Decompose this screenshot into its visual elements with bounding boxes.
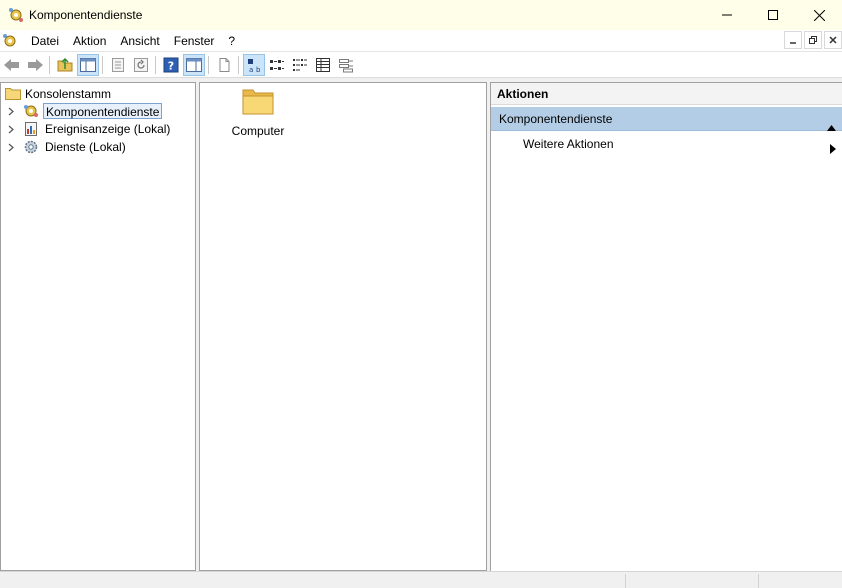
action-pane-header: Aktionen	[491, 83, 842, 105]
svg-text:a: a	[249, 66, 253, 73]
maximize-icon	[768, 10, 778, 20]
result-item-label: Computer	[231, 124, 285, 138]
mdi-close-button[interactable]	[824, 31, 842, 49]
component-services-icon	[8, 7, 24, 23]
refresh-icon	[134, 57, 148, 72]
details-view-icon	[316, 57, 330, 72]
event-viewer-icon	[23, 121, 39, 137]
close-button[interactable]	[796, 0, 842, 30]
details-view-button[interactable]	[312, 54, 334, 76]
tree-root-label: Konsolenstamm	[25, 87, 112, 101]
minimize-button[interactable]	[704, 0, 750, 30]
help-button[interactable]: ?	[160, 54, 182, 76]
folder-icon	[242, 87, 274, 118]
menu-datei[interactable]: Datei	[24, 31, 66, 51]
small-icons-view-button[interactable]	[266, 54, 288, 76]
list-view-button[interactable]	[289, 54, 311, 76]
back-icon	[4, 58, 19, 71]
results-pane[interactable]: Computer	[199, 82, 487, 571]
toolbar-separator	[155, 55, 156, 74]
status-bar	[0, 571, 842, 588]
tree-node-event-viewer[interactable]: Ereignisanzeige (Lokal)	[5, 120, 172, 138]
show-hide-action-pane-icon	[186, 57, 202, 72]
action-pane: Aktionen Komponentendienste Weitere Akti…	[490, 82, 842, 571]
forward-icon	[28, 58, 43, 71]
tree-node-services[interactable]: Dienste (Lokal)	[5, 138, 128, 156]
action-item-more-actions[interactable]: Weitere Aktionen	[491, 133, 842, 155]
chevron-right-icon[interactable]	[5, 123, 17, 135]
status-divider	[625, 574, 626, 588]
configure-view-icon	[339, 58, 353, 72]
toolbar-separator	[102, 55, 103, 74]
chevron-right-icon[interactable]	[5, 105, 17, 117]
action-section-label: Komponentendienste	[499, 112, 613, 126]
result-item-computer[interactable]: Computer	[222, 87, 294, 138]
properties-icon	[112, 57, 124, 72]
tree-pane[interactable]: Konsolenstamm Komponentendienste Ereigni…	[0, 82, 196, 571]
svg-text:b: b	[256, 66, 261, 73]
minimize-icon	[790, 42, 796, 44]
menu-help[interactable]: ?	[221, 31, 242, 51]
show-hide-tree-icon	[80, 57, 96, 72]
menu-ansicht[interactable]: Ansicht	[113, 31, 166, 51]
toolbar-separator	[49, 55, 50, 74]
forward-button[interactable]	[24, 54, 46, 76]
tree-node-component-services[interactable]: Komponentendienste	[5, 102, 163, 120]
list-view-icon	[293, 58, 307, 71]
tree-node-label[interactable]: Ereignisanzeige (Lokal)	[43, 121, 172, 137]
submenu-arrow-icon	[830, 139, 836, 161]
restore-icon	[809, 36, 817, 44]
show-hide-tree-button[interactable]	[77, 53, 99, 76]
large-icons-view-icon: ba	[248, 58, 261, 73]
chevron-right-icon[interactable]	[5, 141, 17, 153]
menu-bar: Datei Aktion Ansicht Fenster ?	[0, 30, 842, 52]
new-window-button[interactable]	[213, 54, 235, 76]
component-services-icon	[23, 103, 39, 119]
tree-root[interactable]: Konsolenstamm	[5, 86, 111, 102]
status-divider	[758, 574, 759, 588]
close-icon	[829, 36, 837, 44]
folder-icon	[5, 86, 21, 103]
mdi-restore-button[interactable]	[804, 31, 822, 49]
title-bar: Komponentendienste	[0, 0, 842, 30]
new-window-icon	[219, 57, 230, 72]
minimize-icon	[722, 14, 732, 16]
toolbar: ? ba	[0, 52, 842, 78]
component-services-icon[interactable]	[2, 33, 18, 49]
show-hide-action-pane-button[interactable]	[183, 53, 205, 76]
tree-node-label[interactable]: Komponentendienste	[43, 103, 163, 119]
action-item-label: Weitere Aktionen	[523, 137, 614, 151]
small-icons-view-icon	[270, 59, 284, 70]
up-folder-icon	[57, 57, 73, 71]
configure-view-button[interactable]	[335, 54, 357, 76]
help-icon: ?	[163, 57, 179, 72]
toolbar-separator	[208, 55, 209, 74]
close-icon	[813, 9, 825, 21]
back-button[interactable]	[1, 54, 23, 76]
mdi-minimize-button[interactable]	[784, 31, 802, 49]
refresh-button[interactable]	[130, 54, 152, 76]
action-section-header[interactable]: Komponentendienste	[491, 107, 842, 131]
properties-button[interactable]	[107, 54, 129, 76]
svg-text:?: ?	[168, 59, 174, 72]
window-title: Komponentendienste	[29, 8, 143, 22]
toolbar-separator	[238, 55, 239, 74]
menu-aktion[interactable]: Aktion	[66, 31, 113, 51]
maximize-button[interactable]	[750, 0, 796, 30]
menu-fenster[interactable]: Fenster	[167, 31, 222, 51]
large-icons-view-button[interactable]: ba	[243, 53, 265, 76]
tree-node-label[interactable]: Dienste (Lokal)	[43, 139, 128, 155]
up-folder-button[interactable]	[54, 54, 76, 76]
services-gear-icon	[23, 139, 39, 155]
